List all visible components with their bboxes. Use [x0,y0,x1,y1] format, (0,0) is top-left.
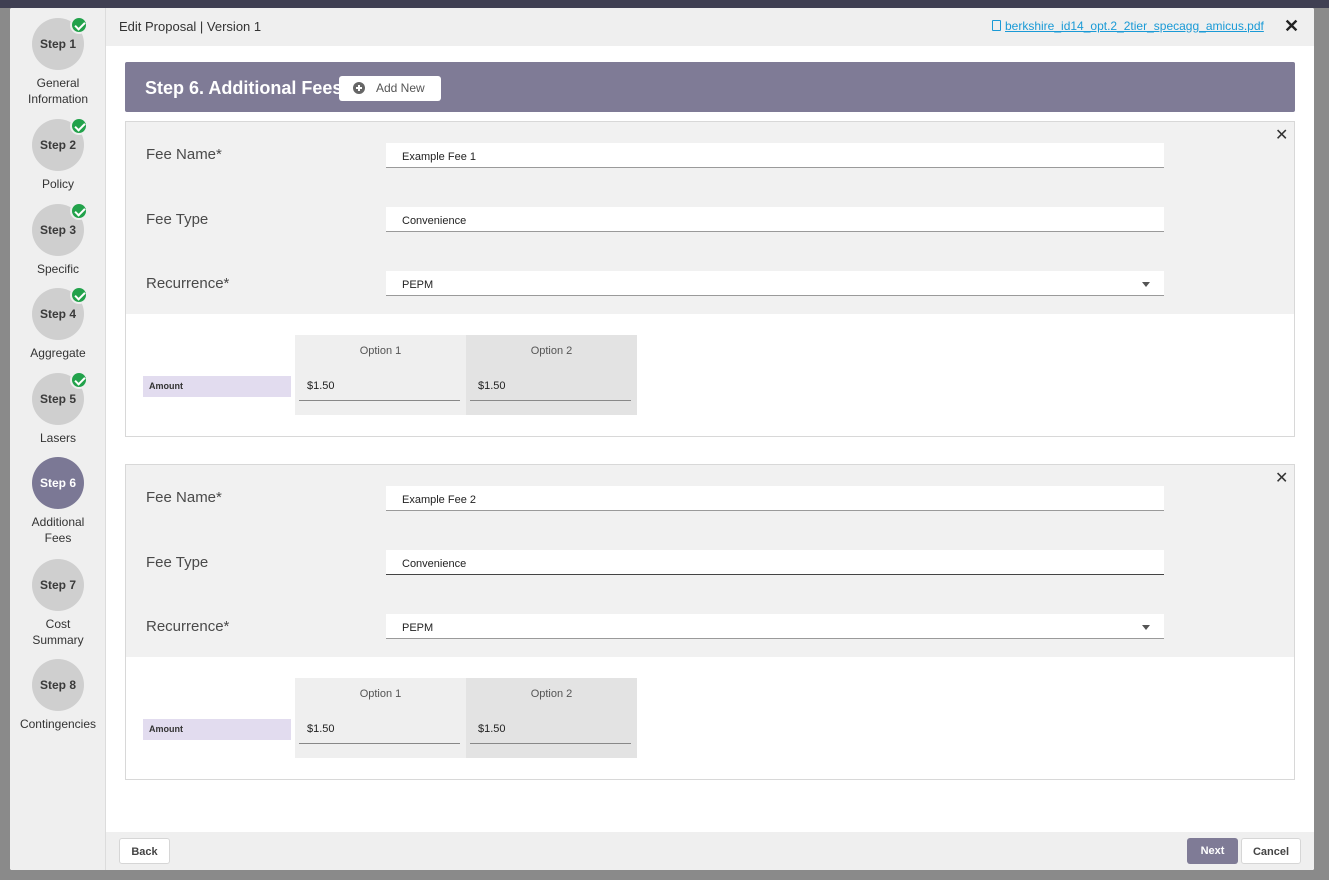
chevron-down-icon [1142,625,1150,630]
recurrence-value: PEPM [402,279,434,291]
close-icon[interactable]: ✕ [1275,128,1288,144]
step-3[interactable]: Step 3 Specific [10,202,106,277]
check-icon [70,16,88,34]
step-6-circle: Step 6 [32,457,84,509]
recurrence-select[interactable]: PEPM [386,271,1164,296]
step-3-circle: Step 3 [32,202,88,256]
pdf-file-icon [992,20,1001,31]
fee-name-label: Fee Name* [146,146,222,163]
fee-card-1: ✕ Fee Name* Example Fee 1 Fee Type Conve… [125,121,1295,437]
modal-title: Edit Proposal | Version 1 [119,19,262,34]
add-new-label: Add New [376,81,425,95]
check-icon [70,371,88,389]
option-1-column: Option 1 $1.50 [295,335,466,415]
step-4-label: Aggregate [30,346,86,360]
fee-type-input[interactable]: Convenience [386,550,1164,575]
fee-type-label: Fee Type [146,554,209,571]
step-2-label: Policy [41,177,74,191]
option-2-column: Option 2 $1.50 [466,335,637,415]
modal-main: Edit Proposal | Version 1 berkshire_id14… [106,8,1314,870]
step-2-circle: Step 2 [32,117,88,171]
check-icon [70,202,88,220]
fee-type-input[interactable]: Convenience [386,207,1164,232]
option-1-title: Option 1 [359,345,402,357]
step-7[interactable]: Step 7 Cost Summary [10,559,106,648]
step-7-circle: Step 7 [32,559,84,611]
section-header: Step 6. Additional Fees Add New [125,62,1295,112]
close-icon[interactable]: ✕ [1275,471,1288,487]
option-1-column: Option 1 $1.50 [295,678,466,758]
amount-label: Amount [143,376,291,397]
step-8[interactable]: Step 8 Contingencies [10,659,106,732]
step-7-label: Cost Summary [32,617,84,647]
step-8-label: Contingencies [19,717,97,731]
step-2[interactable]: Step 2 Policy [10,117,106,192]
recurrence-label: Recurrence* [146,275,230,292]
step-5[interactable]: Step 5 Lasers [10,371,106,446]
modal-header: Edit Proposal | Version 1 berkshire_id14… [106,8,1314,46]
close-icon[interactable]: ✕ [1284,17,1299,35]
step-5-number: Step 5 [39,392,76,406]
recurrence-label: Recurrence* [146,618,230,635]
option-1-amount-input[interactable]: $1.50 [299,380,460,401]
pdf-link-text: berkshire_id14_opt.2_2tier_specagg_amicu… [1005,19,1264,33]
step-5-circle: Step 5 [32,371,88,425]
step-navigator: Step 1 General Information Step 2 Policy… [10,8,106,870]
step-1-label: General Information [27,76,89,106]
recurrence-select[interactable]: PEPM [386,614,1164,639]
step-3-label: Specific [36,262,80,276]
option-1-title: Option 1 [359,688,402,700]
step-7-number: Step 7 [39,578,76,592]
fee-name-label: Fee Name* [146,489,222,506]
step-8-circle: Step 8 [32,659,84,711]
check-icon [70,117,88,135]
fee-card-2: ✕ Fee Name* Example Fee 2 Fee Type Conve… [125,464,1295,780]
add-new-button[interactable]: Add New [339,76,441,101]
plus-circle-icon [353,82,365,94]
step-4-number: Step 4 [39,307,76,321]
step-6-number: Step 6 [39,476,76,490]
step-1[interactable]: Step 1 General Information [10,16,106,107]
step-1-number: Step 1 [39,37,76,51]
fee-fields: ✕ Fee Name* Example Fee 2 Fee Type Conve… [126,465,1294,657]
chevron-down-icon [1142,282,1150,287]
option-2-amount-input[interactable]: $1.50 [470,723,631,744]
amount-label: Amount [143,719,291,740]
check-icon [70,286,88,304]
step-1-circle: Step 1 [32,16,88,70]
option-2-title: Option 2 [530,345,573,357]
edit-proposal-modal: Step 1 General Information Step 2 Policy… [10,8,1314,870]
next-button[interactable]: Next [1187,838,1238,864]
fee-name-input[interactable]: Example Fee 1 [386,143,1164,168]
cancel-button[interactable]: Cancel [1241,838,1301,864]
pdf-link[interactable]: berkshire_id14_opt.2_2tier_specagg_amicu… [992,19,1264,33]
step-8-number: Step 8 [39,678,76,692]
option-2-column: Option 2 $1.50 [466,678,637,758]
option-2-amount-input[interactable]: $1.50 [470,380,631,401]
modal-footer: Back Next Cancel [106,832,1314,870]
backdrop-topbar [0,0,1329,8]
fee-name-input[interactable]: Example Fee 2 [386,486,1164,511]
option-2-title: Option 2 [530,688,573,700]
fee-type-label: Fee Type [146,211,209,228]
step-5-label: Lasers [39,431,77,445]
step-6-label: Additional Fees [31,515,85,545]
step-4-circle: Step 4 [32,286,88,340]
fee-fields: ✕ Fee Name* Example Fee 1 Fee Type Conve… [126,122,1294,314]
step-2-number: Step 2 [39,138,76,152]
step-6[interactable]: Step 6 Additional Fees [10,457,106,546]
back-button[interactable]: Back [119,838,170,864]
step-4[interactable]: Step 4 Aggregate [10,286,106,361]
recurrence-value: PEPM [402,622,434,634]
option-1-amount-input[interactable]: $1.50 [299,723,460,744]
section-title: Step 6. Additional Fees [145,78,343,98]
step-3-number: Step 3 [39,223,76,237]
